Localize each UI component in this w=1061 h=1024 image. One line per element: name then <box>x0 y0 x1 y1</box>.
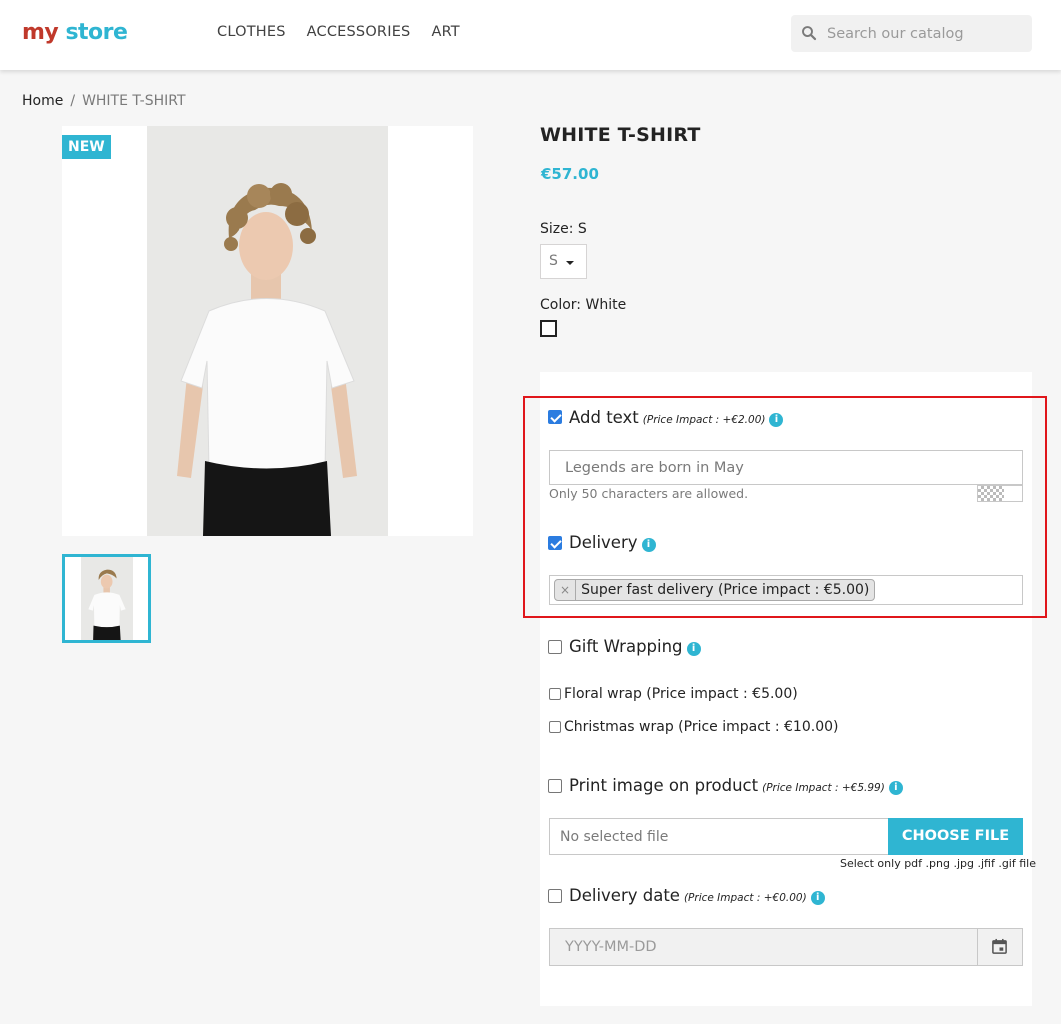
delivery-date-option: Delivery date (Price Impact : +€0.00) i <box>569 886 825 905</box>
thumbnail-photo <box>81 557 133 640</box>
product-photo <box>147 126 388 536</box>
gift-wrapping-option: Gift Wrapping i <box>569 637 701 656</box>
gift-wrapping-checkbox[interactable] <box>548 640 562 654</box>
christmas-wrap-checkbox[interactable] <box>549 721 561 733</box>
floral-wrap-label: Floral wrap (Price impact : €5.00) <box>564 686 798 702</box>
search-box <box>791 15 1032 52</box>
logo-word-my: my <box>22 20 59 45</box>
breadcrumb: Home / WHITE T-SHIRT <box>22 93 186 109</box>
product-thumbnail[interactable] <box>62 554 151 643</box>
file-name-placeholder: No selected file <box>560 829 669 845</box>
product-cover-image[interactable] <box>62 126 473 536</box>
size-select-value: S <box>549 253 558 269</box>
info-icon[interactable]: i <box>888 781 903 795</box>
color-label: Color: White <box>540 297 627 313</box>
site-header: my store CLOTHES ACCESSORIES ART <box>0 0 1061 70</box>
new-badge: NEW <box>62 135 111 159</box>
info-icon[interactable]: i <box>686 642 701 656</box>
delivery-date-price-impact: (Price Impact : +€0.00) <box>683 892 807 904</box>
size-label: Size: S <box>540 221 587 237</box>
product-title: WHITE T-SHIRT <box>540 124 701 146</box>
info-icon[interactable]: i <box>810 891 825 905</box>
breadcrumb-current: WHITE T-SHIRT <box>82 93 186 109</box>
logo-word-store: store <box>65 20 128 45</box>
main-nav: CLOTHES ACCESSORIES ART <box>217 24 460 40</box>
delivery-date-label: Delivery date <box>569 886 680 905</box>
store-logo[interactable]: my store <box>22 18 128 48</box>
thumbnail-illustration <box>81 557 133 640</box>
gift-wrapping-label: Gift Wrapping <box>569 637 683 656</box>
file-upload-field[interactable]: No selected file CHOOSE FILE <box>549 818 1023 855</box>
nav-art[interactable]: ART <box>431 24 459 40</box>
delivery-date-input[interactable]: YYYY-MM-DD <box>549 928 1023 966</box>
file-type-hint: Select only pdf .png .jpg .jfif .gif fil… <box>840 857 1036 870</box>
floral-wrap-checkbox[interactable] <box>549 688 561 700</box>
search-input[interactable] <box>827 15 1027 52</box>
size-select[interactable]: S <box>540 244 587 279</box>
print-image-option: Print image on product (Price Impact : +€… <box>569 776 903 795</box>
product-price: €57.00 <box>541 165 599 183</box>
print-image-label: Print image on product <box>569 776 759 795</box>
date-placeholder: YYYY-MM-DD <box>565 939 657 955</box>
search-icon[interactable] <box>800 24 818 42</box>
model-illustration <box>147 126 388 536</box>
choose-file-button[interactable]: CHOOSE FILE <box>888 818 1023 855</box>
highlight-outline <box>523 396 1047 618</box>
caret-down-icon <box>566 261 574 265</box>
color-swatch-white[interactable] <box>540 320 557 337</box>
breadcrumb-separator: / <box>70 93 76 109</box>
nav-clothes[interactable]: CLOTHES <box>217 24 286 40</box>
delivery-date-checkbox[interactable] <box>548 889 562 903</box>
print-image-checkbox[interactable] <box>548 779 562 793</box>
print-image-price-impact: (Price Impact : +€5.99) <box>762 782 885 794</box>
calendar-button[interactable] <box>977 929 1022 965</box>
nav-accessories[interactable]: ACCESSORIES <box>307 24 411 40</box>
breadcrumb-home[interactable]: Home <box>22 93 63 109</box>
calendar-icon <box>992 938 1007 954</box>
christmas-wrap-label: Christmas wrap (Price impact : €10.00) <box>564 719 839 735</box>
